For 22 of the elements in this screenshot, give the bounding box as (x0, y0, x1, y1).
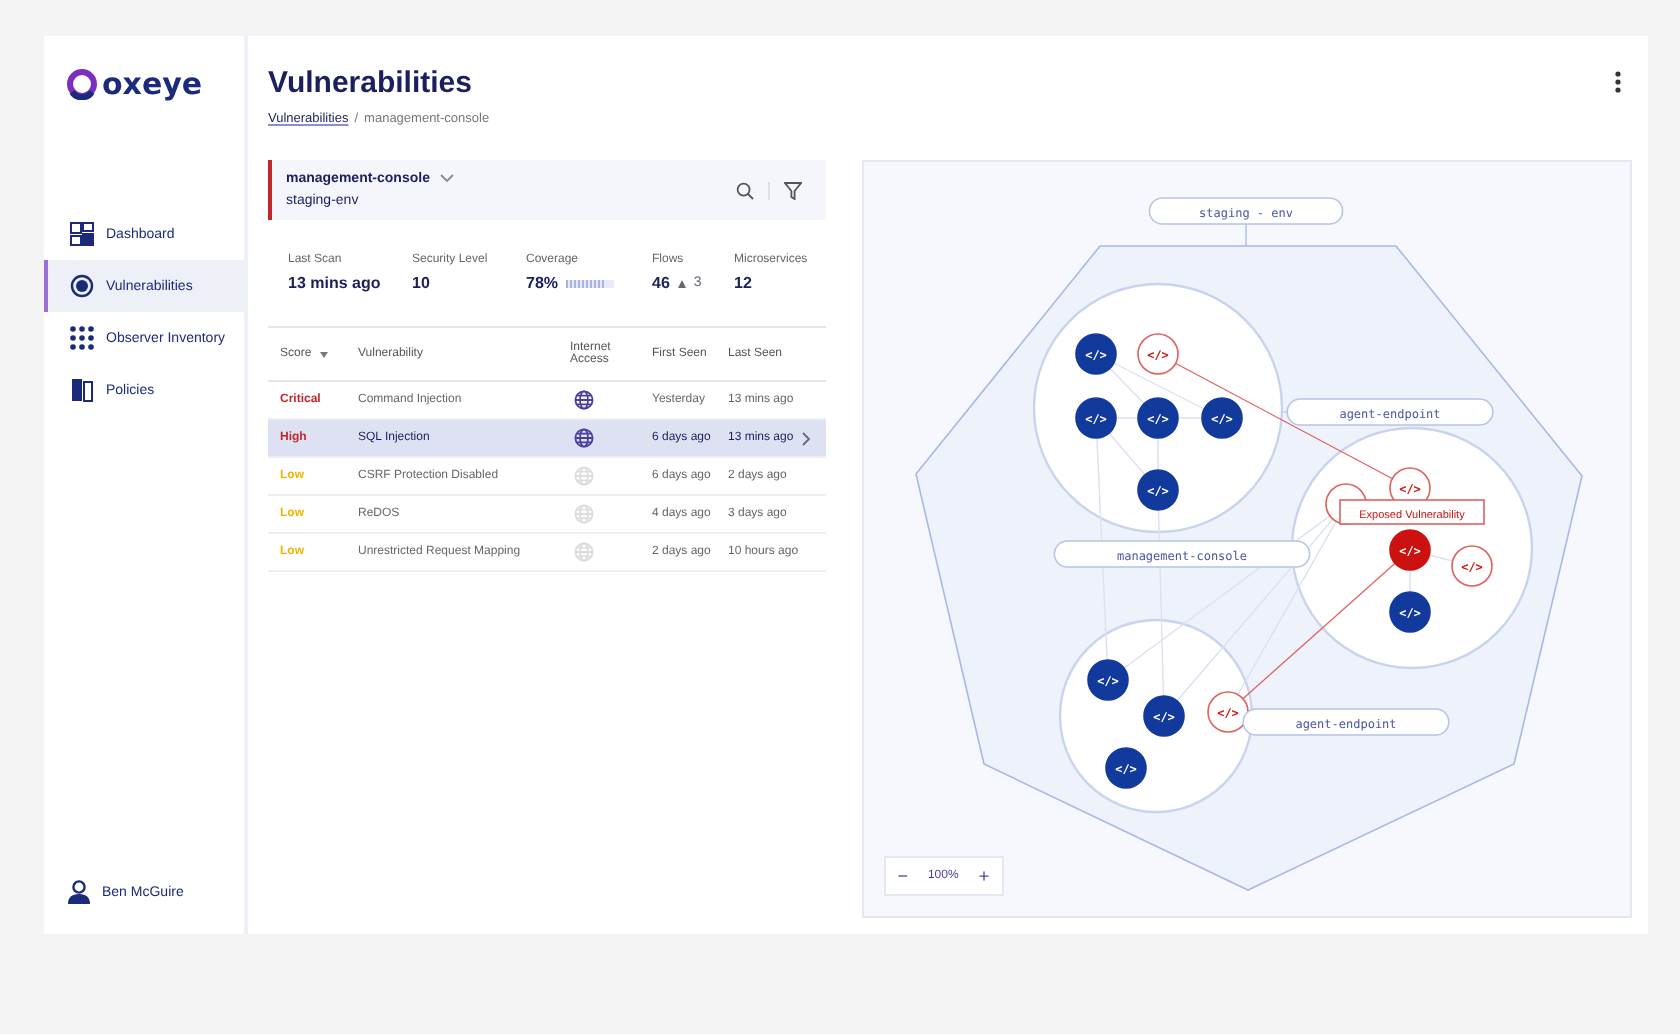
zoom-in-button[interactable]: + (978, 866, 990, 886)
stat-value: 46 (652, 274, 670, 292)
more-icon[interactable] (1614, 70, 1622, 94)
sort-caret-icon[interactable] (319, 351, 328, 357)
stat-value: 78% (526, 274, 559, 292)
user-icon (68, 880, 90, 904)
target-icon (70, 274, 94, 298)
page-title: Vulnerabilities (268, 66, 474, 100)
document-icon (70, 378, 94, 402)
search-icon[interactable] (735, 181, 754, 199)
stat-value: 13 mins ago (288, 274, 381, 292)
dots-grid-icon (70, 326, 94, 350)
oxeye-logo: oxeye (44, 36, 203, 104)
coverage-meter (566, 279, 615, 287)
filter-icon[interactable] (783, 181, 802, 199)
dashboard-icon (70, 222, 94, 246)
stat-value: 10 (412, 274, 430, 292)
arrow-up-icon (677, 279, 686, 287)
chevron-right-icon[interactable] (801, 431, 810, 445)
zoom-out-button[interactable]: − (897, 866, 908, 886)
stat-value: 12 (734, 274, 752, 292)
chevron-down-icon[interactable] (439, 174, 454, 184)
